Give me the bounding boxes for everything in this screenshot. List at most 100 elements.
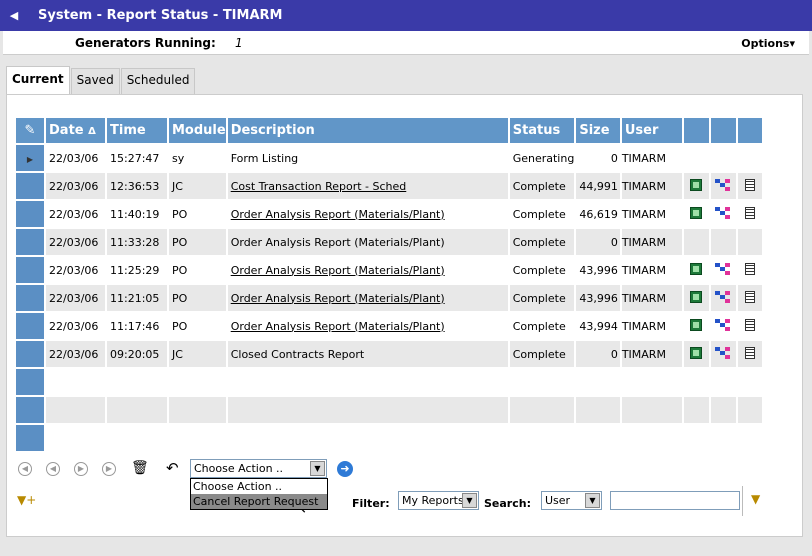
view-cell[interactable]	[738, 201, 762, 227]
action-select[interactable]: Choose Action .. ▼	[190, 459, 327, 478]
row-header[interactable]	[16, 173, 44, 199]
report-link[interactable]: Order Analysis Report (Materials/Plant)	[231, 292, 445, 305]
chevron-down-icon[interactable]: ▼	[462, 493, 477, 508]
action-option[interactable]: Choose Action ..	[191, 479, 327, 494]
view-report-icon[interactable]	[744, 178, 755, 191]
search-field-select[interactable]: User ▼	[541, 491, 602, 510]
table-row[interactable]: 22/03/06 11:25:29 PO Order Analysis Report …	[16, 257, 762, 283]
search-input[interactable]	[610, 491, 740, 510]
action-option-highlighted[interactable]: Cancel Report Request	[191, 494, 327, 509]
column-description[interactable]: Description	[227, 118, 508, 143]
table-row[interactable]: 22/03/06 11:33:28 PO Order Analysis Report …	[16, 229, 762, 255]
row-header[interactable]	[16, 313, 44, 339]
cell-user: TIMARM	[621, 263, 666, 277]
tree-view-icon[interactable]	[715, 346, 731, 359]
excel-cell[interactable]	[683, 173, 709, 199]
cell-module: JC	[169, 173, 226, 199]
excel-cell[interactable]	[684, 257, 709, 283]
cell-date: 22/03/06	[46, 285, 105, 311]
tree-cell[interactable]	[710, 285, 736, 311]
row-header[interactable]	[16, 397, 44, 423]
tree-cell[interactable]	[711, 257, 736, 283]
table-row[interactable]: 22/03/06 11:17:46 PO Order Analysis Report …	[16, 313, 762, 339]
previous-page-icon[interactable]: ◀	[46, 462, 60, 476]
add-filter-icon[interactable]: ▼+	[17, 493, 36, 507]
next-page-icon[interactable]: ▶	[74, 462, 88, 476]
view-cell[interactable]	[738, 257, 762, 283]
last-page-icon[interactable]: ▶	[102, 462, 116, 476]
table-row[interactable]	[16, 397, 762, 423]
row-header[interactable]: ▶	[16, 145, 44, 171]
cell-description: Order Analysis Report (Materials/Plant)	[227, 229, 508, 255]
table-row[interactable]	[16, 425, 762, 451]
tree-view-icon[interactable]	[715, 178, 731, 191]
excel-icon[interactable]	[690, 262, 703, 275]
tree-cell[interactable]	[711, 313, 736, 339]
excel-cell[interactable]	[684, 313, 709, 339]
excel-icon[interactable]	[690, 206, 703, 219]
row-header[interactable]	[16, 369, 44, 395]
chevron-down-icon[interactable]: ▼	[585, 493, 600, 508]
report-link[interactable]: Order Analysis Report (Materials/Plant)	[231, 264, 445, 277]
delete-icon[interactable]: 🗑	[131, 460, 149, 476]
view-report-icon[interactable]	[744, 346, 755, 359]
tree-view-icon[interactable]	[715, 318, 731, 331]
row-header[interactable]	[16, 229, 44, 255]
tree-view-icon[interactable]	[715, 290, 731, 303]
row-header[interactable]	[16, 341, 44, 367]
options-label[interactable]: Options	[741, 37, 789, 50]
column-date[interactable]: Date Δ	[46, 118, 105, 143]
report-link[interactable]: Order Analysis Report (Materials/Plant)	[231, 208, 445, 221]
tree-cell[interactable]	[711, 201, 736, 227]
table-row[interactable]: 22/03/06 11:21:05 PO Order Analysis Report …	[16, 285, 762, 311]
column-module[interactable]: Module	[169, 118, 226, 143]
view-report-icon[interactable]	[744, 206, 755, 219]
table-settings-icon[interactable]: ✎	[16, 118, 44, 143]
chevron-down-icon[interactable]: ▼	[310, 461, 325, 476]
tree-cell[interactable]	[710, 341, 736, 367]
excel-icon[interactable]	[690, 290, 703, 303]
tab-current[interactable]: Current	[6, 66, 70, 94]
view-cell[interactable]	[737, 341, 762, 367]
table-row[interactable]: 22/03/06 11:40:19 PO Order Analysis Report …	[16, 201, 762, 227]
row-header[interactable]	[16, 425, 44, 451]
table-row[interactable]: 22/03/06 09:20:05 JC Closed Contracts Repor…	[16, 341, 762, 367]
excel-cell[interactable]	[684, 201, 709, 227]
view-report-icon[interactable]	[744, 318, 755, 331]
row-header[interactable]	[16, 285, 44, 311]
column-status[interactable]: Status	[509, 118, 575, 143]
view-cell[interactable]	[738, 313, 762, 339]
back-icon[interactable]: ◀	[0, 9, 28, 22]
row-header[interactable]	[16, 201, 44, 227]
options-menu[interactable]: Options▾	[741, 37, 795, 50]
undo-icon[interactable]: ↶	[166, 459, 179, 477]
filter-icon[interactable]: ▼	[751, 492, 760, 506]
excel-icon[interactable]	[690, 346, 703, 359]
view-report-icon[interactable]	[744, 262, 755, 275]
report-link[interactable]: Cost Transaction Report - Sched	[231, 180, 407, 193]
row-header[interactable]	[16, 257, 44, 283]
first-page-icon[interactable]: ◀	[18, 462, 32, 476]
go-arrow-icon[interactable]: ➜	[337, 461, 353, 477]
tab-saved[interactable]: Saved	[70, 68, 120, 94]
column-user[interactable]: User	[621, 118, 682, 143]
filter-select[interactable]: My Reports ▼	[398, 491, 479, 510]
table-row[interactable]: 22/03/06 12:36:53 JC Cost Transaction Repor…	[16, 173, 762, 199]
tree-view-icon[interactable]	[715, 262, 731, 275]
table-row[interactable]: ▶ 22/03/06 15:27:47 sy Form Listing Generatin…	[16, 145, 762, 171]
column-size[interactable]: Size	[576, 118, 620, 143]
column-time[interactable]: Time	[107, 118, 167, 143]
tab-scheduled[interactable]: Scheduled	[120, 68, 196, 94]
view-cell[interactable]	[737, 285, 762, 311]
cell-user: TIMARM	[621, 285, 682, 311]
table-row[interactable]	[16, 369, 762, 395]
excel-icon[interactable]	[690, 178, 703, 191]
excel-icon[interactable]	[690, 318, 703, 331]
tree-cell[interactable]	[710, 173, 736, 199]
report-link[interactable]: Order Analysis Report (Materials/Plant)	[231, 320, 445, 333]
tree-view-icon[interactable]	[715, 206, 731, 219]
excel-cell[interactable]	[683, 341, 709, 367]
view-cell[interactable]	[737, 173, 762, 199]
view-report-icon[interactable]	[744, 290, 755, 303]
excel-cell[interactable]	[683, 285, 709, 311]
